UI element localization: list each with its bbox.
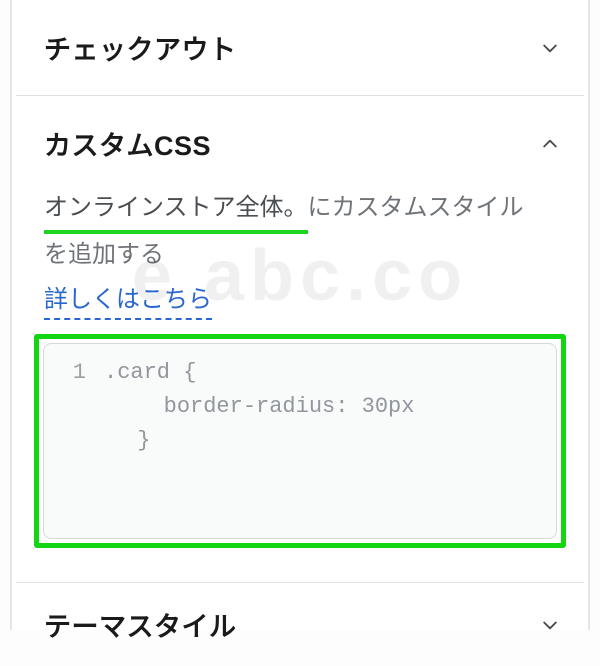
css-code-editor[interactable]: 1.card { border-radius: 30px } <box>43 343 557 539</box>
chevron-down-icon <box>540 38 560 58</box>
section-custom-css-title: カスタムCSS <box>44 124 211 163</box>
section-custom-css[interactable]: カスタムCSS <box>16 96 584 191</box>
section-checkout[interactable]: チェックアウト <box>16 0 584 95</box>
code-highlight-box: 1.card { border-radius: 30px } <box>34 334 566 548</box>
desc-underlined: オンラインストア全体。 <box>44 187 308 234</box>
desc-part1: にカスタムスタイル <box>308 194 524 221</box>
section-theme-style[interactable]: テーマスタイル <box>16 583 584 666</box>
chevron-down-icon <box>540 615 560 635</box>
section-theme-style-title: テーマスタイル <box>44 605 237 644</box>
desc-part2: を追加する <box>44 241 164 268</box>
learn-more-link[interactable]: 詳しくはこちら <box>44 282 212 320</box>
chevron-up-icon <box>540 134 560 154</box>
section-checkout-title: チェックアウト <box>44 28 237 67</box>
code-line-number: 1 <box>58 356 86 390</box>
settings-panel: チェックアウト カスタムCSS オンラインストア全体。にカスタムスタイル を追加… <box>10 0 590 630</box>
custom-css-description: オンラインストア全体。にカスタムスタイル を追加する <box>16 187 584 276</box>
code-content: .card { border-radius: 30px } <box>58 360 414 453</box>
